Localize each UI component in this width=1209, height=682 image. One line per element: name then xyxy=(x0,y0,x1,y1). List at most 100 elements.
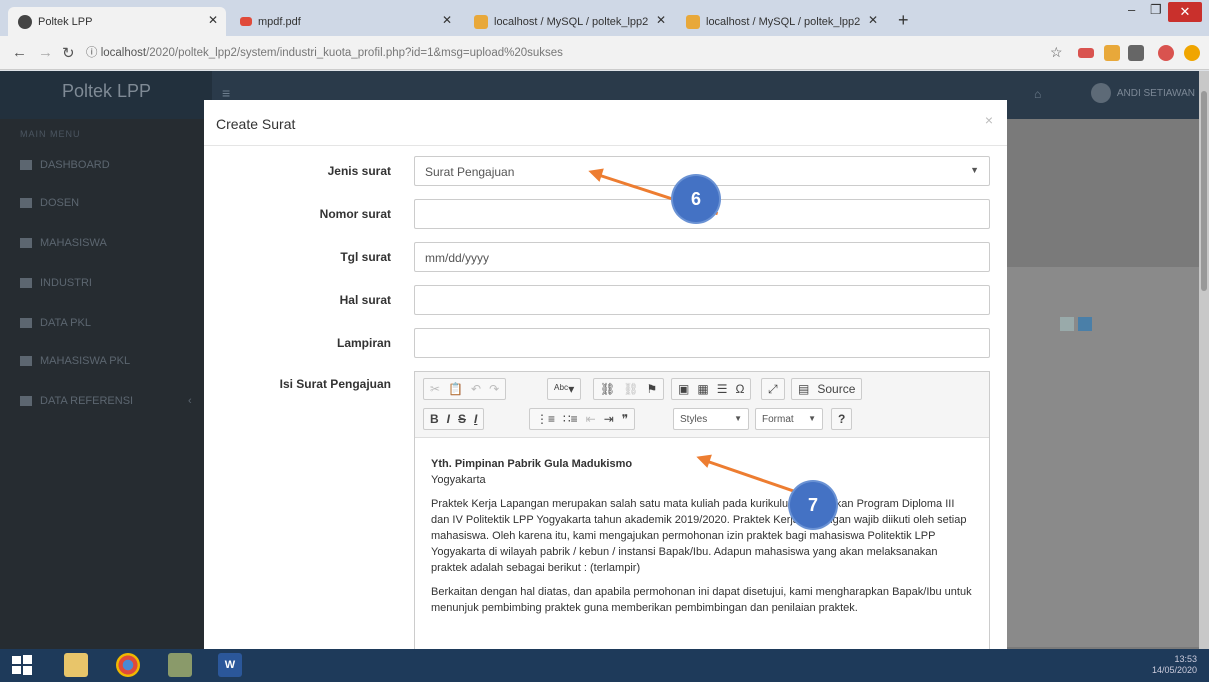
maximize-editor-icon[interactable]: ⤢ xyxy=(768,382,778,397)
extension-icon[interactable] xyxy=(1158,45,1174,61)
sidebar-item-data-pkl[interactable]: DATA PKL xyxy=(20,317,91,329)
sidebar-item-label: MAHASISWA PKL xyxy=(40,355,131,367)
italic-icon[interactable]: I xyxy=(447,412,450,426)
remove-format-icon[interactable]: I xyxy=(474,412,477,426)
minimize-icon[interactable]: – xyxy=(1128,2,1135,17)
cut-icon[interactable]: ✂ xyxy=(430,382,440,396)
sidebar-item-industri[interactable]: INDUSTRI xyxy=(20,277,92,289)
app-icon[interactable] xyxy=(168,653,192,677)
bold-icon[interactable]: B xyxy=(430,412,439,426)
image-icon[interactable]: ▣ xyxy=(678,382,689,396)
word-icon[interactable]: W xyxy=(218,653,242,677)
close-tab-icon[interactable]: ✕ xyxy=(656,13,666,27)
url-field[interactable]: ⓘ localhost/2020/poltek_lpp2/system/indu… xyxy=(86,42,946,64)
extension-icon[interactable] xyxy=(1104,45,1120,61)
hal-surat-input[interactable] xyxy=(414,285,990,315)
close-tab-icon[interactable]: ✕ xyxy=(208,13,218,27)
format-dropdown[interactable]: Format ▼ xyxy=(755,408,823,430)
strike-icon[interactable]: S xyxy=(458,412,466,426)
source-button[interactable]: ▤ Source xyxy=(791,378,863,400)
scrollbar-thumb[interactable] xyxy=(1201,91,1207,291)
editor-toolbar: ✂ 📋 ↶ ↷ ᴬᵇᶜ▾ ⛓ ⛓ ⚑ ▣ ▦ ☰ Ω ⤢ ▤ Source B … xyxy=(415,372,989,438)
blockquote-icon[interactable]: ❞ xyxy=(622,412,628,426)
menu-toggle-icon[interactable]: ≡ xyxy=(222,85,230,101)
user-name: ANDI SETIAWAN xyxy=(1116,87,1195,99)
link-icon[interactable]: ⛓ xyxy=(600,382,615,396)
jenis-surat-label: Jenis surat xyxy=(327,164,391,178)
create-surat-modal: Create Surat × Jenis surat Surat Pengaju… xyxy=(204,100,1007,649)
row-actions xyxy=(1060,317,1092,331)
editor-content[interactable]: Yth. Pimpinan Pabrik Gula Madukismo Yogy… xyxy=(415,438,989,649)
list-group: ⋮≡ ∷≡ ⇤ ⇥ ❞ xyxy=(529,408,636,430)
globe-icon xyxy=(18,14,32,29)
dropdown-caret-icon: ▼ xyxy=(808,414,816,423)
rich-text-editor: ✂ 📋 ↶ ↷ ᴬᵇᶜ▾ ⛓ ⛓ ⚑ ▣ ▦ ☰ Ω ⤢ ▤ Source B … xyxy=(414,371,990,649)
bulleted-list-icon[interactable]: ∷≡ xyxy=(563,412,578,426)
modal-header: Create Surat × xyxy=(204,100,1007,146)
chrome-icon[interactable] xyxy=(116,653,140,677)
new-tab-icon[interactable]: + xyxy=(898,10,909,31)
table-icon xyxy=(20,318,32,328)
forward-icon[interactable]: → xyxy=(38,44,53,61)
edit-icon[interactable] xyxy=(1060,317,1074,331)
redo-icon[interactable]: ↷ xyxy=(489,382,499,396)
paste-text-icon[interactable]: 📋 xyxy=(448,382,463,396)
sidebar-item-data-referensi[interactable]: DATA REFERENSI xyxy=(20,395,133,407)
tgl-surat-row: Tgl surat mm/dd/yyyy xyxy=(204,242,1007,272)
tgl-surat-input[interactable]: mm/dd/yyyy xyxy=(414,242,990,272)
bookmark-star-icon[interactable]: ☆ xyxy=(1050,44,1063,61)
screen: Poltek LPP ✕ mpdf.pdf ✕ localhost / MySQ… xyxy=(0,0,1209,682)
source-label: Source xyxy=(817,382,856,396)
tab-phpmyadmin-1[interactable]: localhost / MySQL / poltek_lpp2 ✕ xyxy=(464,7,674,36)
source-icon: ▤ xyxy=(798,382,810,396)
styles-dropdown[interactable]: Styles ▼ xyxy=(673,408,749,430)
unlink-icon[interactable]: ⛓ xyxy=(623,382,638,396)
windows-start-icon[interactable] xyxy=(10,653,34,677)
indent-icon[interactable]: ⇥ xyxy=(604,412,614,426)
home-icon[interactable]: ⌂ xyxy=(1034,87,1041,101)
horizontal-line-icon[interactable]: ☰ xyxy=(717,382,728,396)
extension-icon[interactable] xyxy=(1078,48,1094,58)
file-explorer-icon[interactable] xyxy=(64,653,88,677)
sidebar-item-dosen[interactable]: DOSEN xyxy=(20,197,79,209)
spellcheck-icon[interactable]: ᴬᵇᶜ▾ xyxy=(554,382,574,396)
tab-phpmyadmin-2[interactable]: localhost / MySQL / poltek_lpp2 ✕ xyxy=(676,7,886,36)
table-insert-icon[interactable]: ▦ xyxy=(697,382,708,396)
page-scrollbar[interactable] xyxy=(1199,71,1209,649)
phpmyadmin-icon xyxy=(686,14,700,29)
close-tab-icon[interactable]: ✕ xyxy=(868,13,878,27)
hal-surat-label: Hal surat xyxy=(339,293,391,307)
reload-icon[interactable]: ↻ xyxy=(62,44,75,62)
sidebar-item-mahasiswa-pkl[interactable]: MAHASISWA PKL xyxy=(20,355,130,367)
styles-label: Styles xyxy=(680,414,708,425)
modal-close-button[interactable]: × xyxy=(985,112,993,128)
help-button[interactable]: ? xyxy=(831,408,853,430)
tab-poltek-lpp[interactable]: Poltek LPP ✕ xyxy=(8,7,226,36)
extension-icon[interactable] xyxy=(1184,45,1200,61)
basicstyles-group: B I S I xyxy=(423,408,485,430)
clock-time: 13:53 xyxy=(1174,654,1197,664)
users-icon xyxy=(20,238,32,248)
anchor-icon[interactable]: ⚑ xyxy=(646,382,657,396)
nomor-surat-label: Nomor surat xyxy=(319,207,391,221)
maximize-icon[interactable]: ❐ xyxy=(1150,2,1162,18)
user-icon xyxy=(20,198,32,208)
close-window-icon[interactable]: ✕ xyxy=(1168,2,1202,22)
outdent-icon[interactable]: ⇤ xyxy=(586,412,596,426)
tab-mpdf[interactable]: mpdf.pdf ✕ xyxy=(230,7,460,36)
undo-icon[interactable]: ↶ xyxy=(471,382,481,396)
sidebar-item-dashboard[interactable]: DASHBOARD xyxy=(20,159,110,171)
sidebar-item-label: MAHASISWA xyxy=(40,237,107,249)
user-menu[interactable]: ANDI SETIAWAN xyxy=(1090,83,1195,103)
close-tab-icon[interactable]: ✕ xyxy=(442,13,452,27)
letter-city: Yogyakarta xyxy=(431,474,486,486)
brand-logo[interactable]: Poltek LPP xyxy=(0,71,212,119)
back-icon[interactable]: ← xyxy=(12,44,27,61)
numbered-list-icon[interactable]: ⋮≡ xyxy=(536,412,555,426)
sidebar-item-mahasiswa[interactable]: MAHASISWA xyxy=(20,237,107,249)
user-action-icon[interactable] xyxy=(1078,317,1092,331)
extension-icon[interactable] xyxy=(1128,45,1144,61)
sidebar: MAIN MENU DASHBOARD DOSEN MAHASISWA INDU… xyxy=(0,119,212,649)
lampiran-input[interactable] xyxy=(414,328,990,358)
special-char-icon[interactable]: Ω xyxy=(735,382,744,396)
